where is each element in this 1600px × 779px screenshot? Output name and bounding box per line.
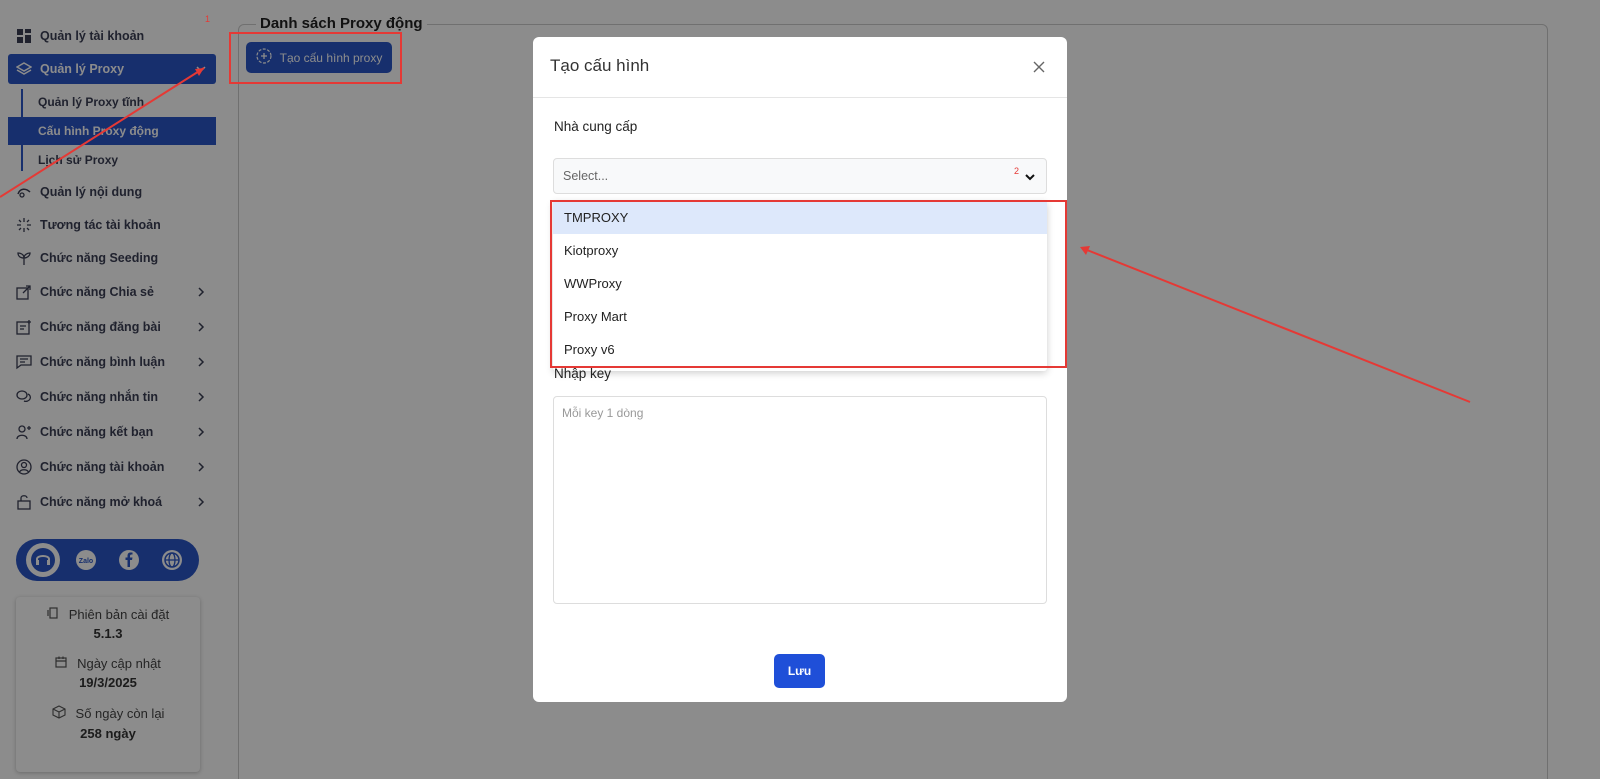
arrow-to-dropdown — [1081, 247, 1471, 403]
annotation-arrows — [0, 67, 1471, 403]
arrow-to-proxy-menu — [0, 67, 205, 198]
